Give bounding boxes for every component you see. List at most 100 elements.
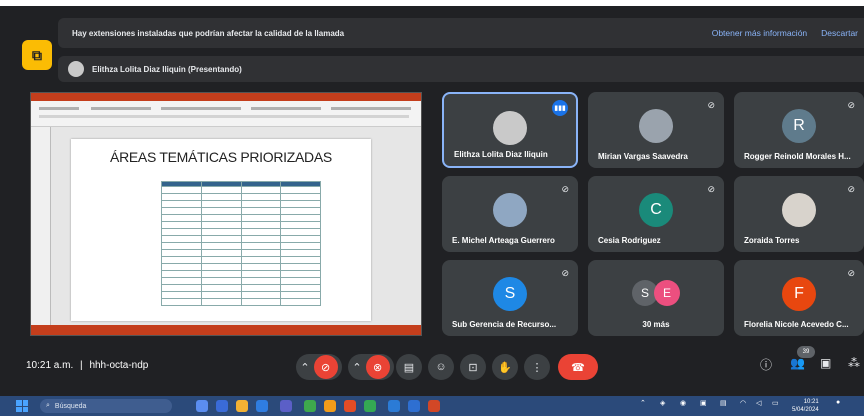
- app-icon[interactable]: [196, 400, 208, 412]
- participant-name: Mirian Vargas Saavedra: [598, 152, 688, 161]
- mic-off-icon: ⊘: [847, 100, 855, 110]
- folder-icon[interactable]: [236, 400, 248, 412]
- more-avatar: E: [654, 280, 680, 306]
- participant-name: Florelia Nicole Acevedo C...: [744, 320, 849, 329]
- powerpoint-title-bar: [31, 93, 421, 101]
- participant-name: Rogger Reinold Morales H...: [744, 152, 851, 161]
- tray-app-icon[interactable]: ▤: [720, 399, 727, 407]
- presenter-bar[interactable]: Elithza Lolita Diaz Iliquin (Presentando…: [58, 56, 864, 82]
- participant-avatar: F: [782, 277, 816, 311]
- participant-tile[interactable]: ⊘ Mirian Vargas Saavedra: [588, 92, 724, 168]
- participant-name: Zoraida Torres: [744, 236, 800, 245]
- people-icon: 👥: [790, 356, 805, 370]
- browser-icon[interactable]: [256, 400, 268, 412]
- info-icon: ⓘ: [760, 358, 773, 372]
- participant-tile[interactable]: ⊘ R Rogger Reinold Morales H...: [734, 92, 864, 168]
- windows-start-icon[interactable]: [16, 400, 28, 412]
- tray-app-icon[interactable]: ◈: [660, 399, 665, 407]
- tray-app-icon[interactable]: ◉: [680, 399, 686, 407]
- tray-expand-icon[interactable]: ⌃: [640, 399, 646, 407]
- meeting-details-button[interactable]: ⓘ: [760, 356, 772, 373]
- participant-name: Cesia Rodriguez: [598, 236, 661, 245]
- participant-name: Sub Gerencia de Recurso...: [452, 320, 557, 329]
- powerpoint-status-bar: [31, 325, 421, 335]
- participant-tile[interactable]: ▮▮▮ Elithza Lolita Diaz Iliquin: [442, 92, 578, 168]
- participant-tile[interactable]: ⊘ S Sub Gerencia de Recurso...: [442, 260, 578, 336]
- current-slide: ÁREAS TEMÁTICAS PRIORIZADAS: [71, 139, 371, 321]
- phone-hangup-icon: ☎: [571, 361, 585, 374]
- participant-avatar: [639, 109, 673, 143]
- more-options-button[interactable]: ⋮: [524, 354, 550, 380]
- mic-off-icon: ⊘: [561, 184, 569, 194]
- more-participants-tile[interactable]: S E 30 más: [588, 260, 724, 336]
- search-placeholder: Búsqueda: [54, 402, 87, 410]
- leave-call-button[interactable]: ☎: [558, 354, 598, 380]
- whatsapp-icon[interactable]: [304, 400, 316, 412]
- more-participants-label: 30 más: [642, 320, 670, 329]
- participant-avatar: S: [493, 277, 527, 311]
- battery-icon[interactable]: ▭: [772, 399, 779, 407]
- chevron-up-icon[interactable]: ⌃: [352, 361, 361, 374]
- windows-taskbar: ⌕ Búsqueda ⌃ ◈ ◉ ▣ ▤ ◠ ◁ ▭ 10:21 5/04/20…: [0, 396, 864, 416]
- mic-off-icon: ⊘: [561, 268, 569, 278]
- captions-button[interactable]: ▤: [396, 354, 422, 380]
- firefox-icon[interactable]: [324, 400, 336, 412]
- participant-tile[interactable]: ⊘ F Florelia Nicole Acevedo C...: [734, 260, 864, 336]
- powerpoint-ribbon: [31, 101, 421, 127]
- notification-area: ⧉ Hay extensiones instaladas que podrían…: [10, 10, 864, 82]
- powerpoint-icon[interactable]: [428, 400, 440, 412]
- participant-avatar: [782, 193, 816, 227]
- extension-warning-icon: ⧉: [22, 40, 52, 70]
- participant-tile[interactable]: ⊘ Zoraida Torres: [734, 176, 864, 252]
- meeting-time: 10:21 a.m.: [26, 360, 74, 371]
- chrome-icon[interactable]: [364, 400, 376, 412]
- shared-screen: ÁREAS TEMÁTICAS PRIORIZADAS: [30, 92, 422, 336]
- participant-avatar: [493, 111, 527, 145]
- present-button[interactable]: ⊡: [460, 354, 486, 380]
- participant-avatar: C: [639, 193, 673, 227]
- mic-off-icon: ⊘: [707, 184, 715, 194]
- volume-icon[interactable]: ◁: [756, 399, 761, 407]
- mic-control[interactable]: ⌃ ⊘: [296, 354, 342, 380]
- outlook-icon[interactable]: [408, 400, 420, 412]
- participant-name: E. Michel Arteaga Guerrero: [452, 236, 555, 245]
- edge-icon[interactable]: [388, 400, 400, 412]
- notification-bell-icon[interactable]: ●: [836, 399, 840, 406]
- extension-warning-bar: Hay extensiones instaladas que podrían a…: [58, 18, 864, 48]
- mic-off-icon[interactable]: ⊘: [313, 355, 338, 379]
- camera-control[interactable]: ⌃ ⊗: [348, 354, 394, 380]
- taskbar-clock[interactable]: 10:21 5/04/2024: [792, 398, 819, 414]
- search-icon: ⌕: [46, 402, 50, 409]
- more-vert-icon: ⋮: [531, 361, 543, 374]
- presenter-avatar: [68, 61, 84, 77]
- participant-name: Elithza Lolita Diaz Iliquin: [454, 150, 548, 159]
- people-button[interactable]: 👥: [790, 356, 805, 370]
- slide-title: ÁREAS TEMÁTICAS PRIORIZADAS: [110, 149, 332, 165]
- clock-date: 5/04/2024: [792, 407, 819, 413]
- chat-button[interactable]: ▣: [820, 356, 831, 370]
- taskbar-search[interactable]: ⌕ Búsqueda: [40, 399, 172, 413]
- tray-app-icon[interactable]: ▣: [700, 399, 707, 407]
- powerpoint-slide-panel: [31, 127, 51, 325]
- wifi-icon[interactable]: ◠: [740, 399, 746, 407]
- participant-tile[interactable]: ⊘ C Cesia Rodriguez: [588, 176, 724, 252]
- mic-off-icon: ⊘: [847, 184, 855, 194]
- participant-tile[interactable]: ⊘ E. Michel Arteaga Guerrero: [442, 176, 578, 252]
- slide-table: [161, 181, 321, 306]
- dismiss-link[interactable]: Descartar: [821, 28, 858, 38]
- raise-hand-button[interactable]: ✋: [492, 354, 518, 380]
- reactions-button[interactable]: ☺: [428, 354, 454, 380]
- participant-avatar: R: [782, 109, 816, 143]
- hand-icon: ✋: [498, 361, 512, 374]
- word-icon[interactable]: [216, 400, 228, 412]
- mic-off-icon: ⊘: [707, 100, 715, 110]
- meeting-info: 10:21 a.m. | hhh-octa-ndp: [26, 360, 148, 371]
- activities-button[interactable]: ⁂: [848, 356, 860, 370]
- meeting-code: hhh-octa-ndp: [89, 360, 149, 371]
- chevron-up-icon[interactable]: ⌃: [300, 361, 309, 374]
- teams-icon[interactable]: [280, 400, 292, 412]
- chrome-icon[interactable]: [344, 400, 356, 412]
- camera-off-icon[interactable]: ⊗: [365, 355, 390, 379]
- learn-more-link[interactable]: Obtener más información: [712, 28, 807, 38]
- meeting-separator: |: [80, 360, 83, 371]
